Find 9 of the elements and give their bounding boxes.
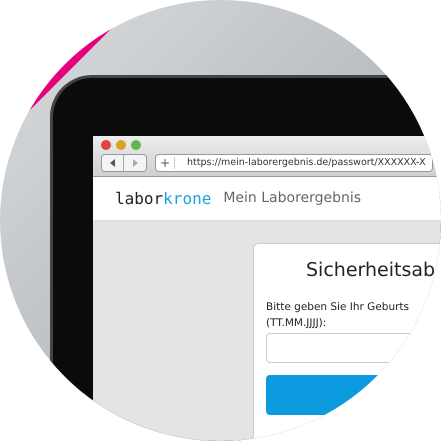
card-title: Sicherheitsab [305,258,436,283]
close-icon[interactable] [101,140,111,150]
prompt-text: Bitte geben Sie Ihr Geburts (TT.MM.JJJJ): [266,300,410,330]
address-bar[interactable]: https://mein-laborergebnis.de/passwort/XXXXXX-X [155,154,433,172]
minimize-icon[interactable] [116,140,126,150]
url-text: https://mein-laborergebnis.de/passwort/XXXXXX-X [187,156,426,170]
maximize-icon[interactable] [131,140,141,150]
logo: laborkrone [115,188,212,210]
site-title: Mein Laborergebnis [223,189,362,208]
